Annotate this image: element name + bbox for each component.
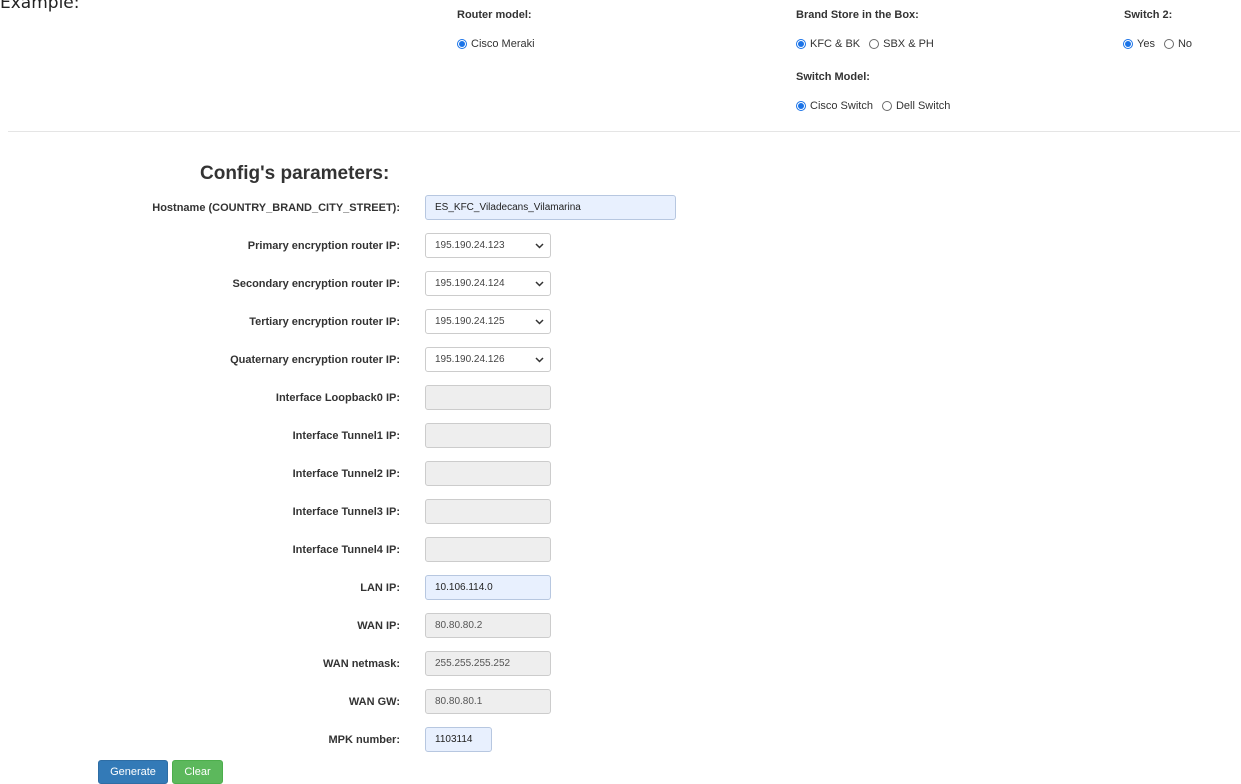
tunnel1-input[interactable] (425, 423, 551, 448)
config-title: Config's parameters: (200, 163, 390, 184)
section-divider (8, 131, 1240, 132)
mpk-number-label: MPK number: (328, 734, 401, 746)
hostname-input[interactable]: ES_KFC_Viladecans_Vilamarina (425, 195, 676, 220)
wan-gw-label: WAN GW: (348, 696, 400, 708)
chevron-down-icon (534, 241, 544, 251)
switch-model-label: Switch Model: (796, 71, 870, 83)
brand-store-group: KFC & BK SBX & PH (796, 38, 943, 50)
tunnel2-input[interactable] (425, 461, 551, 486)
generate-button[interactable]: Generate (98, 760, 168, 784)
radio-switch2-yes[interactable] (1123, 39, 1133, 49)
wan-gw-input[interactable]: 80.80.80.1 (425, 689, 551, 714)
tertiary-ip-value: 195.190.24.125 (435, 316, 505, 327)
hostname-label: Hostname (COUNTRY_BRAND_CITY_STREET): (152, 202, 400, 214)
chevron-down-icon (534, 317, 544, 327)
tunnel3-input[interactable] (425, 499, 551, 524)
radio-cisco-meraki[interactable] (457, 39, 467, 49)
primary-ip-value: 195.190.24.123 (435, 240, 505, 251)
switch2-label: Switch 2: (1124, 9, 1173, 21)
radio-dell-switch-label[interactable]: Dell Switch (896, 100, 950, 112)
primary-ip-label: Primary encryption router IP: (247, 240, 400, 252)
radio-switch2-yes-label[interactable]: Yes (1137, 38, 1155, 50)
router-model-group: Cisco Meraki (457, 38, 544, 50)
radio-sbx-ph[interactable] (869, 39, 880, 49)
loopback0-label: Interface Loopback0 IP: (275, 392, 400, 404)
secondary-ip-select[interactable]: 195.190.24.124 (425, 271, 551, 296)
chevron-down-icon (534, 279, 544, 289)
tunnel3-label: Interface Tunnel3 IP: (292, 506, 400, 518)
radio-cisco-switch[interactable] (796, 101, 806, 111)
router-model-label: Router model: (457, 9, 532, 21)
wan-netmask-label: WAN netmask: (322, 658, 400, 670)
switch2-group: Yes No (1123, 38, 1201, 50)
quaternary-ip-label: Quaternary encryption router IP: (230, 354, 400, 366)
radio-switch2-no-label[interactable]: No (1178, 38, 1192, 50)
chevron-down-icon (534, 355, 544, 365)
tunnel4-input[interactable] (425, 537, 551, 562)
radio-cisco-meraki-label[interactable]: Cisco Meraki (471, 38, 535, 50)
tunnel1-label: Interface Tunnel1 IP: (292, 430, 400, 442)
example-heading: Example: (0, 0, 80, 13)
secondary-ip-label: Secondary encryption router IP: (232, 278, 400, 290)
tertiary-ip-label: Tertiary encryption router IP: (249, 316, 400, 328)
quaternary-ip-value: 195.190.24.126 (435, 354, 505, 365)
mpk-number-input[interactable]: 1103114 (425, 727, 492, 752)
radio-switch2-no[interactable] (1163, 39, 1174, 49)
wan-netmask-input[interactable]: 255.255.255.252 (425, 651, 551, 676)
loopback0-input[interactable] (425, 385, 551, 410)
lan-ip-input[interactable]: 10.106.114.0 (425, 575, 551, 600)
radio-cisco-switch-label[interactable]: Cisco Switch (810, 100, 873, 112)
wan-ip-label: WAN IP: (357, 620, 400, 632)
tertiary-ip-select[interactable]: 195.190.24.125 (425, 309, 551, 334)
wan-ip-input[interactable]: 80.80.80.2 (425, 613, 551, 638)
brand-store-label: Brand Store in the Box: (796, 9, 919, 21)
radio-kfc-bk[interactable] (796, 39, 806, 49)
switch-model-group: Cisco Switch Dell Switch (796, 100, 959, 112)
lan-ip-label: LAN IP: (360, 582, 400, 594)
tunnel4-label: Interface Tunnel4 IP: (292, 544, 400, 556)
quaternary-ip-select[interactable]: 195.190.24.126 (425, 347, 551, 372)
primary-ip-select[interactable]: 195.190.24.123 (425, 233, 551, 258)
clear-button[interactable]: Clear (172, 760, 223, 784)
secondary-ip-value: 195.190.24.124 (435, 278, 505, 289)
tunnel2-label: Interface Tunnel2 IP: (292, 468, 400, 480)
radio-dell-switch[interactable] (881, 101, 892, 111)
radio-sbx-ph-label[interactable]: SBX & PH (883, 38, 934, 50)
radio-kfc-bk-label[interactable]: KFC & BK (810, 38, 860, 50)
